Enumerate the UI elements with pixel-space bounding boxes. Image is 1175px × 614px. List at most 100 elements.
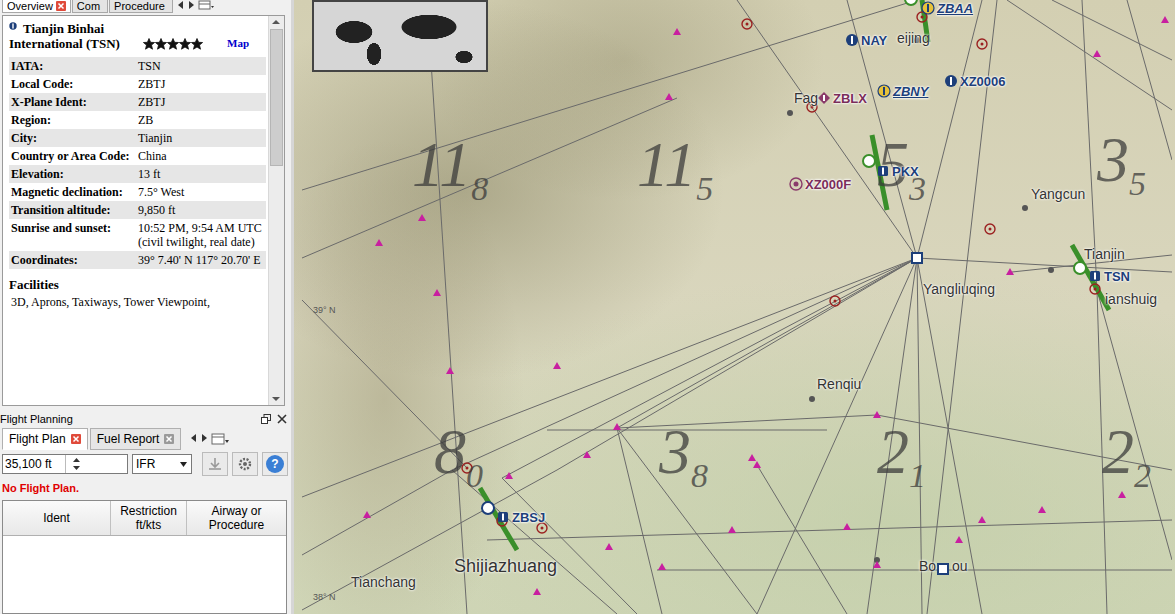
star-icon (191, 38, 203, 50)
facilities-heading: Facilities (9, 277, 266, 293)
flight-plan-toolbar: 35,100 ftIFR? (0, 450, 291, 478)
airport-icon[interactable] (496, 510, 510, 524)
overview-minimap[interactable] (312, 0, 488, 72)
tab-scroll-buttons (176, 0, 214, 10)
city-label: Bo (919, 558, 936, 574)
map-view[interactable]: 11811553358038212239° N38° NZBAANAYeijin… (294, 0, 1175, 614)
ndb-icon[interactable] (789, 177, 803, 191)
grid-mora: 80 (434, 420, 483, 508)
vertical-scrollbar[interactable] (268, 16, 284, 405)
flight-rules-select[interactable]: IFR (132, 454, 192, 474)
airport-icon[interactable] (876, 164, 890, 178)
info-row: X-Plane Ident:ZBTJ (9, 93, 266, 111)
map-feature[interactable]: ZBNY (893, 83, 928, 99)
left-arrow-icon (189, 433, 198, 443)
info-row: Region:ZB (9, 111, 266, 129)
star-icon (179, 38, 191, 50)
city-label: Renqiu (817, 376, 861, 392)
column-header[interactable]: Airway or Procedure (187, 501, 286, 535)
map-feature[interactable]: XZ0006 (960, 73, 1006, 89)
map-feature[interactable]: ZBAA (937, 0, 973, 16)
left-arrow-icon[interactable] (176, 0, 185, 10)
airport-icon[interactable] (1088, 269, 1102, 283)
map-feature[interactable]: ZBLX (833, 90, 867, 106)
flight-plan-tab-bar: Flight PlanFuel Report (0, 428, 291, 450)
info-tab[interactable]: Com (72, 0, 108, 13)
flight-planning-panel: Flight PlanningFlight PlanFuel Report35,… (0, 410, 291, 614)
city-label: Fag (794, 90, 818, 106)
flight-plan-tab[interactable]: Fuel Report (90, 428, 182, 450)
grid-mora: 22 (1102, 420, 1151, 508)
addon-icon[interactable] (921, 1, 935, 15)
right-arrow-icon[interactable] (187, 0, 196, 10)
airport-header: Tianjin Binhai International (TSN)Map (9, 19, 266, 51)
star-icon (143, 38, 155, 50)
close-icon[interactable] (164, 434, 174, 444)
info-row: Sunrise and sunset:10:52 PM, 9:54 AM UTC… (9, 219, 266, 251)
help-button[interactable]: ? (262, 452, 288, 476)
column-header[interactable]: Ident (3, 501, 111, 535)
addon-icon[interactable] (877, 84, 891, 98)
grid-mora: 35 (1097, 128, 1146, 216)
scroll-up-icon (269, 16, 283, 28)
city-label: Yangcun (1031, 186, 1085, 202)
information-panel: OverviewComProcedure Tianjin Binhai Inter… (0, 0, 291, 410)
menu-icon[interactable] (198, 0, 214, 10)
info-tab[interactable]: Overview (2, 0, 71, 13)
airport-info: Tianjin Binhai International (TSN)Map IAT… (3, 16, 268, 405)
city-label: ou (952, 558, 968, 574)
map-feature[interactable]: TSN (1104, 268, 1130, 284)
map-feature[interactable]: ZBSJ (512, 509, 545, 525)
info-tab[interactable]: Procedure (109, 0, 173, 13)
altitude-button[interactable] (202, 452, 228, 476)
grid-mora: 118 (412, 133, 488, 221)
latitude-label: 39° N (313, 305, 336, 315)
dropdown-arrow-icon (179, 460, 188, 468)
info-tab-bar: OverviewComProcedure (0, 0, 291, 14)
map-feature[interactable]: NAY (861, 32, 887, 48)
panel-title-bar: Flight Planning (0, 410, 291, 428)
info-row: Coordinates:39° 7.40' N 117° 20.70' E (9, 251, 266, 269)
city-label: eijing (897, 30, 930, 46)
flight-plan-table: IdentRestriction ft/ktsAirway or Procedu… (2, 500, 287, 614)
latitude-label: 38° N (313, 592, 336, 602)
float-icon (261, 414, 271, 424)
info-row: Local Code:ZBTJ (9, 75, 266, 93)
scroll-thumb[interactable] (270, 29, 283, 166)
airport-icon (9, 19, 23, 33)
close-icon[interactable] (56, 1, 66, 11)
info-row: Magnetic declination:7.5° West (9, 183, 266, 201)
vor-icon[interactable] (845, 33, 859, 47)
city-label: ianshuig (1105, 291, 1157, 307)
city-label: Tianchang (351, 574, 416, 590)
info-row: Country or Area Code:China (9, 147, 266, 165)
info-row: Transition altitude:9,850 ft (9, 201, 266, 219)
column-header[interactable]: Restriction ft/kts (111, 501, 187, 535)
closed-icon[interactable] (817, 91, 831, 105)
grid-mora: 38 (659, 420, 708, 508)
map-link[interactable]: Map (227, 37, 249, 51)
spin-down-icon (68, 464, 83, 473)
map-feature[interactable]: XZ000F (805, 176, 851, 192)
flight-plan-tab[interactable]: Flight Plan (2, 428, 88, 450)
city-label: Shijiazhuang (454, 556, 557, 577)
map-feature[interactable]: PKX (892, 163, 919, 179)
settings-button[interactable] (232, 452, 258, 476)
download-icon (207, 456, 223, 472)
close-icon[interactable] (71, 434, 81, 444)
table-header: IdentRestriction ft/ktsAirway or Procedu… (3, 501, 286, 536)
info-row: IATA:TSN (9, 57, 266, 75)
grid-mora: 21 (877, 420, 926, 508)
cruise-altitude-field[interactable]: 35,100 ft (2, 454, 128, 474)
scroll-down-icon (269, 393, 283, 405)
menu-icon (211, 433, 229, 445)
city-label: Tianjin (1084, 246, 1125, 262)
spin-up-icon (68, 455, 83, 464)
city-label: Yangliuqing (923, 281, 995, 297)
vor-icon[interactable] (944, 74, 958, 88)
close-icon (277, 414, 287, 424)
facilities-list: 3D, Aprons, Taxiways, Tower Viewpoint, (9, 295, 266, 310)
gear-icon (237, 456, 253, 472)
info-row: City:Tianjin (9, 129, 266, 147)
grid-mora: 115 (637, 133, 713, 221)
